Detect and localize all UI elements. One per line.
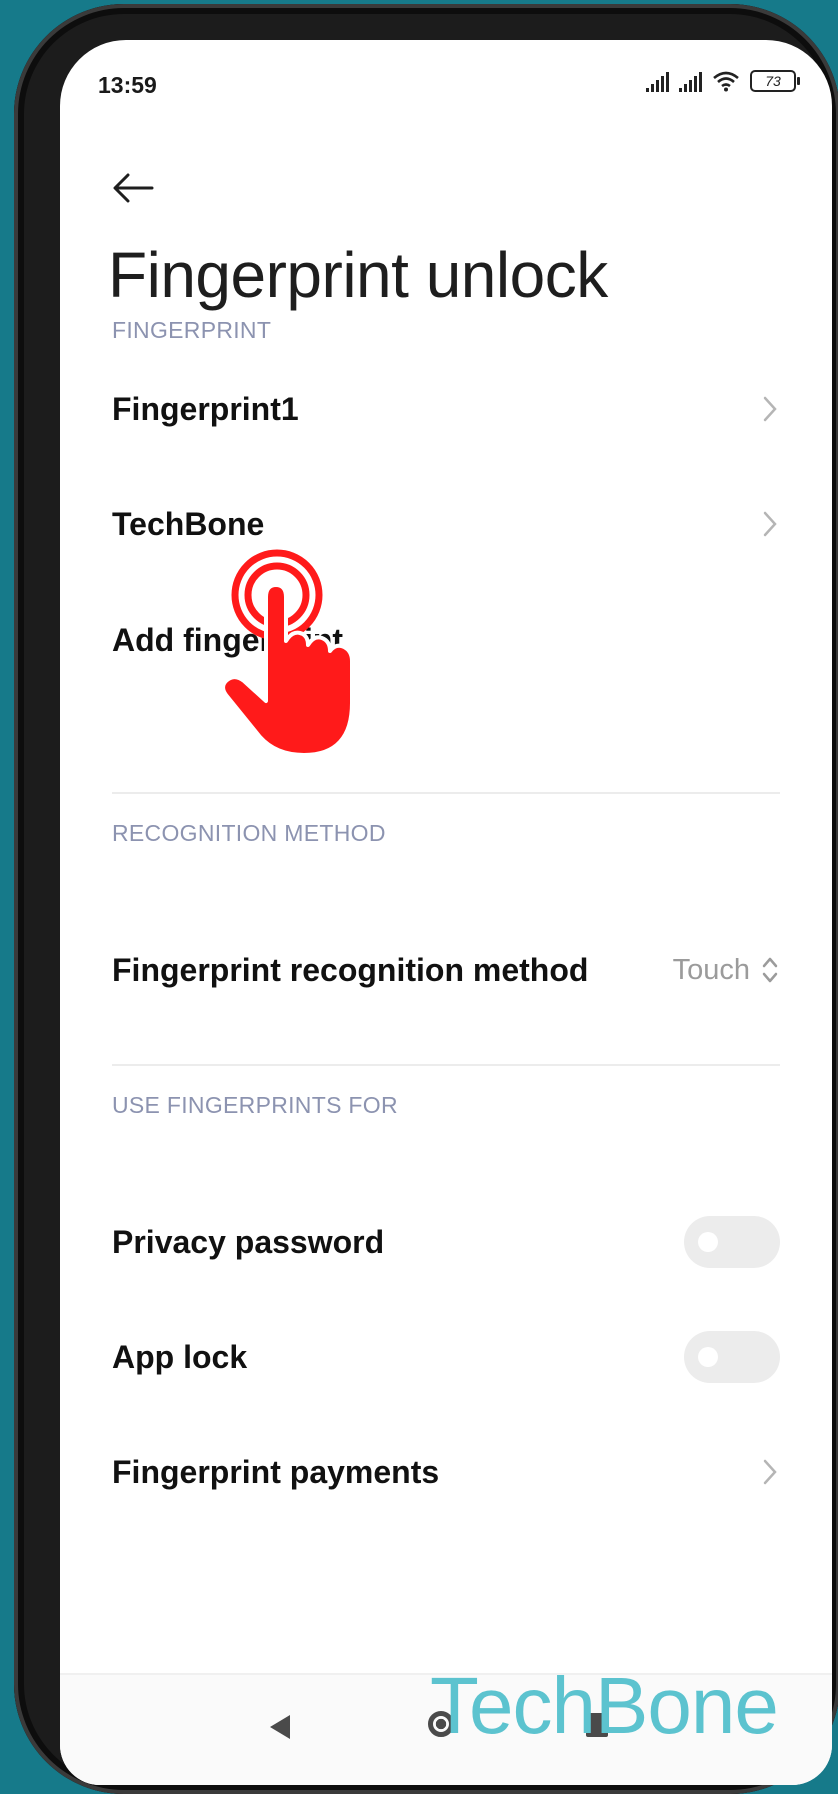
privacy-password-label: Privacy password bbox=[112, 1223, 385, 1260]
status-bar: 13:59 73 bbox=[60, 40, 832, 130]
fingerprint-item-label: Fingerprint1 bbox=[112, 390, 299, 427]
divider bbox=[112, 1064, 780, 1066]
status-time: 13:59 bbox=[98, 72, 157, 98]
status-icons: 73 bbox=[646, 70, 800, 92]
chevron-right-icon bbox=[763, 396, 777, 422]
toggle-knob bbox=[698, 1347, 718, 1367]
fingerprint-payments-label: Fingerprint payments bbox=[112, 1453, 440, 1490]
divider bbox=[112, 792, 780, 794]
privacy-password-item[interactable]: Privacy password bbox=[112, 1202, 780, 1282]
nav-back-button[interactable] bbox=[270, 1715, 290, 1739]
watermark: TechBone bbox=[430, 1661, 779, 1750]
chevron-right-icon bbox=[763, 1459, 777, 1485]
signal-icon bbox=[646, 70, 669, 92]
privacy-password-toggle[interactable] bbox=[684, 1216, 780, 1268]
chevron-right-icon bbox=[763, 511, 777, 537]
up-down-chevron-icon bbox=[762, 957, 778, 983]
arrow-left-icon bbox=[113, 173, 154, 203]
back-button[interactable] bbox=[106, 160, 162, 216]
wifi-icon bbox=[713, 71, 739, 92]
recognition-method-value: Touch bbox=[673, 954, 780, 987]
fingerprint-item-label: TechBone bbox=[112, 505, 265, 542]
signal-icon bbox=[679, 70, 702, 92]
page-title: Fingerprint unlock bbox=[108, 239, 608, 311]
screen: 13:59 73 Fingerprint unlock FINGERPRINT … bbox=[60, 40, 832, 1785]
app-lock-label: App lock bbox=[112, 1338, 248, 1375]
battery-icon: 73 bbox=[750, 70, 800, 92]
phone-frame: 13:59 73 Fingerprint unlock FINGERPRINT … bbox=[14, 4, 838, 1794]
section-header-use-for: USE FINGERPRINTS FOR bbox=[112, 1092, 398, 1118]
section-header-fingerprint: FINGERPRINT bbox=[112, 317, 272, 343]
tap-hand-icon bbox=[220, 545, 360, 760]
fingerprint-item-2[interactable]: TechBone bbox=[112, 484, 780, 564]
fingerprint-payments-item[interactable]: Fingerprint payments bbox=[112, 1432, 780, 1512]
app-lock-item[interactable]: App lock bbox=[112, 1317, 780, 1397]
add-fingerprint-button[interactable]: Add fingerprint bbox=[112, 600, 780, 680]
recognition-method-value-text: Touch bbox=[672, 953, 750, 986]
recognition-method-label: Fingerprint recognition method bbox=[112, 951, 589, 988]
app-lock-toggle[interactable] bbox=[684, 1331, 780, 1383]
recognition-method-item[interactable]: Fingerprint recognition method Touch bbox=[112, 930, 780, 1010]
section-header-recognition: RECOGNITION METHOD bbox=[112, 820, 386, 846]
toggle-knob bbox=[698, 1232, 718, 1252]
fingerprint-item-1[interactable]: Fingerprint1 bbox=[112, 369, 780, 449]
